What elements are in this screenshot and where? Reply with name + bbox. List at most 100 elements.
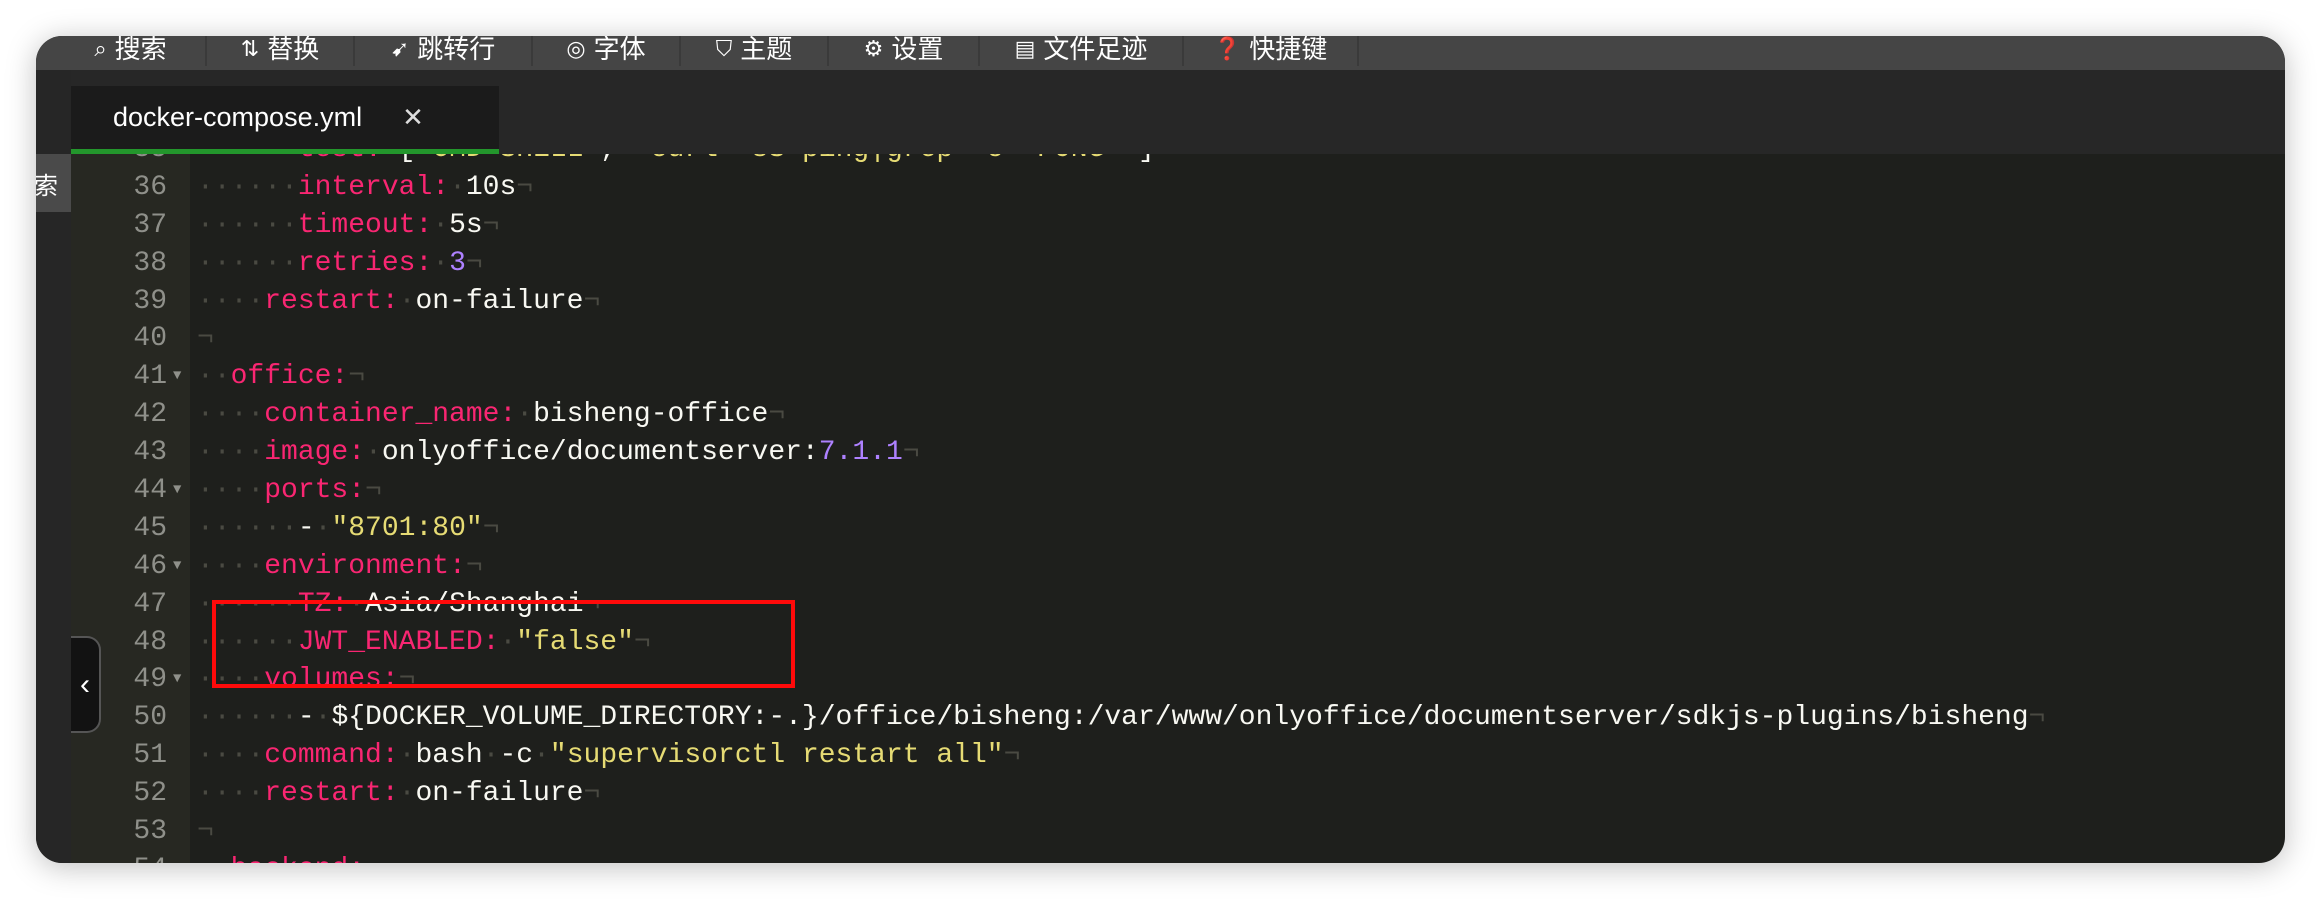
line-number: 43 xyxy=(133,437,167,469)
code-text: ¬ xyxy=(197,813,214,851)
tab-docker-compose[interactable]: docker-compose.yml ✕ xyxy=(71,86,499,154)
toolbar-item-file-history[interactable]: ▤ 文件足迹 xyxy=(980,36,1184,66)
code-token: backend: xyxy=(231,854,365,863)
code-line: 53 ¬ xyxy=(71,813,2285,851)
code-token: · xyxy=(398,285,416,317)
chevron-left-icon: ‹ xyxy=(80,667,90,701)
code-token: · xyxy=(314,512,332,544)
line-number: 53 xyxy=(133,816,167,848)
toolbar-item-label: 跳转行 xyxy=(417,36,496,64)
settings-icon: ⚙ xyxy=(863,36,884,61)
eol-marker: ¬ xyxy=(197,323,214,355)
indent-dots: ·· xyxy=(197,854,231,863)
eol-marker: ¬ xyxy=(465,247,483,279)
line-number: 40 xyxy=(133,323,167,355)
code-token: on-failure xyxy=(415,285,584,317)
goto-line-icon: ➹ xyxy=(390,36,410,61)
code-token: restart: xyxy=(264,285,399,317)
code-text: ····restart:·on-failure¬ xyxy=(197,283,600,321)
side-search-tab-label: 搜索 xyxy=(36,172,58,200)
code-text: ····command:·bash·-c·"supervisorctl rest… xyxy=(197,737,1020,775)
code-token: · xyxy=(398,740,416,772)
toolbar-item-label: 主题 xyxy=(740,36,793,64)
eol-marker: ¬ xyxy=(768,399,786,431)
replace-icon: ⇅ xyxy=(240,36,260,61)
code-token: office: xyxy=(230,361,349,393)
code-token: · xyxy=(365,437,382,469)
indent-dots: ······ xyxy=(197,247,298,279)
code-text: ······retries:·3¬ xyxy=(197,245,483,283)
code-editor[interactable]: 35······test:·["CMD-SHELL",·"curl -sS pi… xyxy=(71,131,2285,863)
eol-marker: ¬ xyxy=(197,816,214,848)
toolbar-item-goto-line[interactable]: ➹ 跳转行 xyxy=(355,36,533,66)
editor-window: ⌕ 搜索 ⇅ 替换 ➹ 跳转行 ◎ 字体 ⛉ 主题 ⚙ 设置 ▤ 文件足迹 ❓ 快捷键 搜索 docker-c… xyxy=(36,36,2285,863)
line-number: 47 xyxy=(133,588,167,620)
code-token: - xyxy=(297,512,315,544)
code-line: 46 ▼ ····environment:¬ xyxy=(71,548,2285,586)
code-token: - xyxy=(297,702,315,734)
code-token: 5s xyxy=(449,209,483,241)
code-token: environment: xyxy=(264,550,466,582)
code-text: ····ports:¬ xyxy=(197,472,382,510)
code-text: ······-·"8701:80"¬ xyxy=(197,510,500,548)
code-token: · xyxy=(449,171,466,203)
indent-dots: ·· xyxy=(197,361,231,393)
code-line: 40 ¬ xyxy=(71,320,2285,358)
font-icon: ◎ xyxy=(566,36,586,61)
file-history-icon: ▤ xyxy=(1014,36,1036,61)
eol-marker: ¬ xyxy=(482,512,500,544)
help-icon: ❓ xyxy=(1213,36,1242,61)
indent-dots: ······ xyxy=(197,702,298,734)
toolbar-item-search[interactable]: ⌕ 搜索 xyxy=(36,36,207,66)
line-number: 52 xyxy=(133,778,167,810)
toolbar-item-help[interactable]: ❓ 快捷键 xyxy=(1184,36,1359,66)
code-line: 54 ··backend:¬ xyxy=(71,851,2285,863)
fold-arrow-icon[interactable]: ▼ xyxy=(173,661,181,699)
fold-arrow-icon[interactable]: ▼ xyxy=(173,358,181,396)
indent-dots: ···· xyxy=(197,475,265,507)
eol-marker: ¬ xyxy=(1003,740,1021,772)
code-token: command: xyxy=(264,740,399,772)
code-token: 3 xyxy=(449,247,466,279)
line-number: 38 xyxy=(133,247,167,279)
line-number: 45 xyxy=(133,512,167,544)
toolbar-item-label: 搜索 xyxy=(114,36,167,64)
code-text: ····restart:·on-failure¬ xyxy=(197,775,600,813)
side-search-tab[interactable]: 搜索 xyxy=(36,154,71,212)
indent-dots: ···· xyxy=(197,740,265,772)
eol-marker: ¬ xyxy=(583,285,601,317)
code-token: · xyxy=(432,209,450,241)
code-text: ····container_name:·bisheng-office¬ xyxy=(197,396,785,434)
toolbar-item-font[interactable]: ◎ 字体 xyxy=(533,36,681,66)
highlight-box xyxy=(212,600,795,688)
toolbar-item-replace[interactable]: ⇅ 替换 xyxy=(207,36,355,66)
eol-marker: ¬ xyxy=(2028,702,2046,734)
code-token: "supervisorctl restart all" xyxy=(549,740,1004,772)
toolbar-item-label: 快捷键 xyxy=(1249,36,1328,64)
toolbar-item-theme[interactable]: ⛉ 主题 xyxy=(681,36,829,66)
code-token: interval: xyxy=(297,171,450,203)
collapse-panel-button[interactable]: ‹ xyxy=(71,636,101,733)
line-number: 41 xyxy=(133,361,167,393)
close-icon[interactable]: ✕ xyxy=(402,102,424,133)
code-text: ····environment:¬ xyxy=(197,548,483,586)
eol-marker: ¬ xyxy=(465,550,483,582)
toolbar-item-label: 文件足迹 xyxy=(1043,36,1148,64)
eol-marker: ¬ xyxy=(902,437,920,469)
code-line: 38 ······retries:·3¬ xyxy=(71,245,2285,283)
indent-dots: ······ xyxy=(197,512,298,544)
line-number: 54 xyxy=(71,851,167,863)
eol-marker: ¬ xyxy=(516,171,534,203)
indent-dots: ···· xyxy=(197,399,265,431)
toolbar-item-settings[interactable]: ⚙ 设置 xyxy=(829,36,980,66)
indent-dots: ···· xyxy=(197,550,265,582)
fold-arrow-icon[interactable]: ▼ xyxy=(173,548,181,586)
line-number: 36 xyxy=(133,171,167,203)
toolbar-item-label: 设置 xyxy=(891,36,944,64)
code-line: 52 ····restart:·on-failure¬ xyxy=(71,775,2285,813)
code-line: 36 ······interval:·10s¬ xyxy=(71,169,2285,207)
fold-arrow-icon[interactable]: ▼ xyxy=(173,472,181,510)
code-token: bisheng-office xyxy=(533,399,769,431)
code-line: 45 ······-·"8701:80"¬ xyxy=(71,510,2285,548)
line-number: 42 xyxy=(133,399,167,431)
